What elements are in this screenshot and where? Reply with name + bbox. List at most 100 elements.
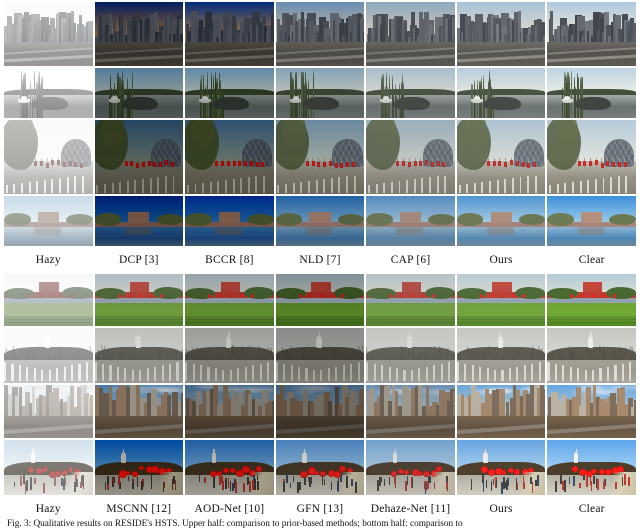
scene-content xyxy=(4,120,93,194)
pedestrian xyxy=(309,476,312,487)
highrise-row xyxy=(276,385,365,417)
red-lantern xyxy=(41,466,48,472)
boat xyxy=(199,99,211,103)
pedestrian xyxy=(411,477,414,488)
balustrade-post xyxy=(562,365,565,381)
balustrade-post xyxy=(479,366,482,381)
red-lantern xyxy=(490,293,494,298)
balustrade-post xyxy=(149,178,152,193)
corner-tower-body xyxy=(490,212,512,223)
balustrade-post xyxy=(214,368,218,381)
red-lantern xyxy=(222,467,229,473)
red-flag xyxy=(305,160,309,166)
balustrade-post xyxy=(406,180,409,193)
figure-caption: Fig. 3: Qualitative results on RESIDE's … xyxy=(7,519,463,529)
red-flag xyxy=(323,162,327,168)
balustrade-post xyxy=(186,184,189,193)
pedestrian xyxy=(30,478,32,490)
result-image-forbidden-city-corner-tower-moat-ours xyxy=(456,196,546,246)
pagoda-spire xyxy=(122,448,125,453)
boat xyxy=(380,99,392,103)
reed xyxy=(579,76,581,118)
pedestrian xyxy=(304,476,307,485)
red-flag xyxy=(136,162,140,168)
balustrade-post xyxy=(202,182,205,193)
bare-branch xyxy=(347,348,351,360)
red-flag xyxy=(402,160,406,166)
result-image-lake-reeds-boat-cap-6 xyxy=(366,68,455,118)
bare-branch xyxy=(419,353,422,360)
scene-content xyxy=(366,440,455,495)
highrise-row xyxy=(547,385,636,417)
hedge-row xyxy=(275,316,365,318)
scene-content xyxy=(547,440,636,495)
balustrade-post xyxy=(330,178,333,193)
hedge-rows xyxy=(366,303,455,326)
red-lantern xyxy=(208,293,212,298)
balustrade-post xyxy=(185,362,188,381)
highrise-row xyxy=(185,385,274,417)
pedestrian xyxy=(127,475,130,482)
red-lantern xyxy=(511,293,515,298)
red-lantern xyxy=(58,293,62,298)
balustrade-post xyxy=(78,363,81,381)
balustrade-post xyxy=(4,362,7,381)
skyline-buildings xyxy=(95,11,184,43)
balustrade-post xyxy=(599,368,602,381)
pedestrian xyxy=(213,476,215,488)
balustrade-post xyxy=(375,183,378,193)
balustrade-post xyxy=(353,175,356,193)
bare-branch xyxy=(111,348,114,360)
balustrade-post xyxy=(81,175,84,193)
balustrade-post xyxy=(594,179,597,193)
result-image-beijing-cbd-skyline-ours xyxy=(456,2,546,66)
pedestrian xyxy=(162,481,165,493)
red-lantern xyxy=(591,293,595,298)
pagoda-spire xyxy=(485,448,487,453)
scene-content xyxy=(4,274,93,326)
dark-land-mass xyxy=(211,97,249,110)
pedestrian xyxy=(522,475,525,487)
result-image-beihai-white-pagoda-bare-trees-ours xyxy=(456,328,546,383)
apartment-block xyxy=(32,386,36,417)
balustrade-post xyxy=(527,176,530,193)
balustrade-post xyxy=(421,178,424,193)
red-flag xyxy=(159,162,163,168)
balustrade xyxy=(95,171,184,193)
bare-branch xyxy=(140,349,143,360)
reed-cluster xyxy=(457,68,546,118)
red-lantern xyxy=(591,468,597,474)
bare-branch xyxy=(549,351,553,361)
balustrade-post xyxy=(342,365,345,381)
result-image-beijing-cbd-skyline-bccr-8 xyxy=(185,2,274,66)
red-flag xyxy=(419,160,423,166)
red-flag xyxy=(39,161,43,167)
red-lantern xyxy=(160,293,164,298)
tree-left xyxy=(185,213,212,226)
balustrade-post xyxy=(428,177,431,193)
scene-content xyxy=(185,120,274,194)
bare-trees xyxy=(276,328,365,361)
balustrade-post xyxy=(70,365,74,381)
hedge-row xyxy=(366,316,455,318)
dark-land-mass xyxy=(392,97,431,110)
balustrade-post xyxy=(48,370,51,381)
pedestrian xyxy=(492,479,495,485)
scene-content xyxy=(94,2,184,66)
red-flag xyxy=(521,161,525,167)
balustrade-post xyxy=(523,365,526,381)
balustrade-post xyxy=(606,366,610,381)
balustrade-post xyxy=(357,362,360,381)
boat-canopy xyxy=(564,96,571,100)
upper-half-image-grid xyxy=(4,2,636,246)
building xyxy=(544,11,546,43)
skyline-buildings xyxy=(185,11,274,43)
result-image-beihai-pagoda-red-lanterns-crowd-hazy xyxy=(4,440,93,495)
pedestrian xyxy=(141,481,144,491)
balustrade-post xyxy=(444,175,447,193)
pedestrian xyxy=(628,477,630,486)
building xyxy=(363,25,365,43)
balustrade-post xyxy=(501,370,504,381)
building xyxy=(182,25,184,43)
result-image-birds-nest-stadium-street-bccr-8 xyxy=(185,120,274,194)
